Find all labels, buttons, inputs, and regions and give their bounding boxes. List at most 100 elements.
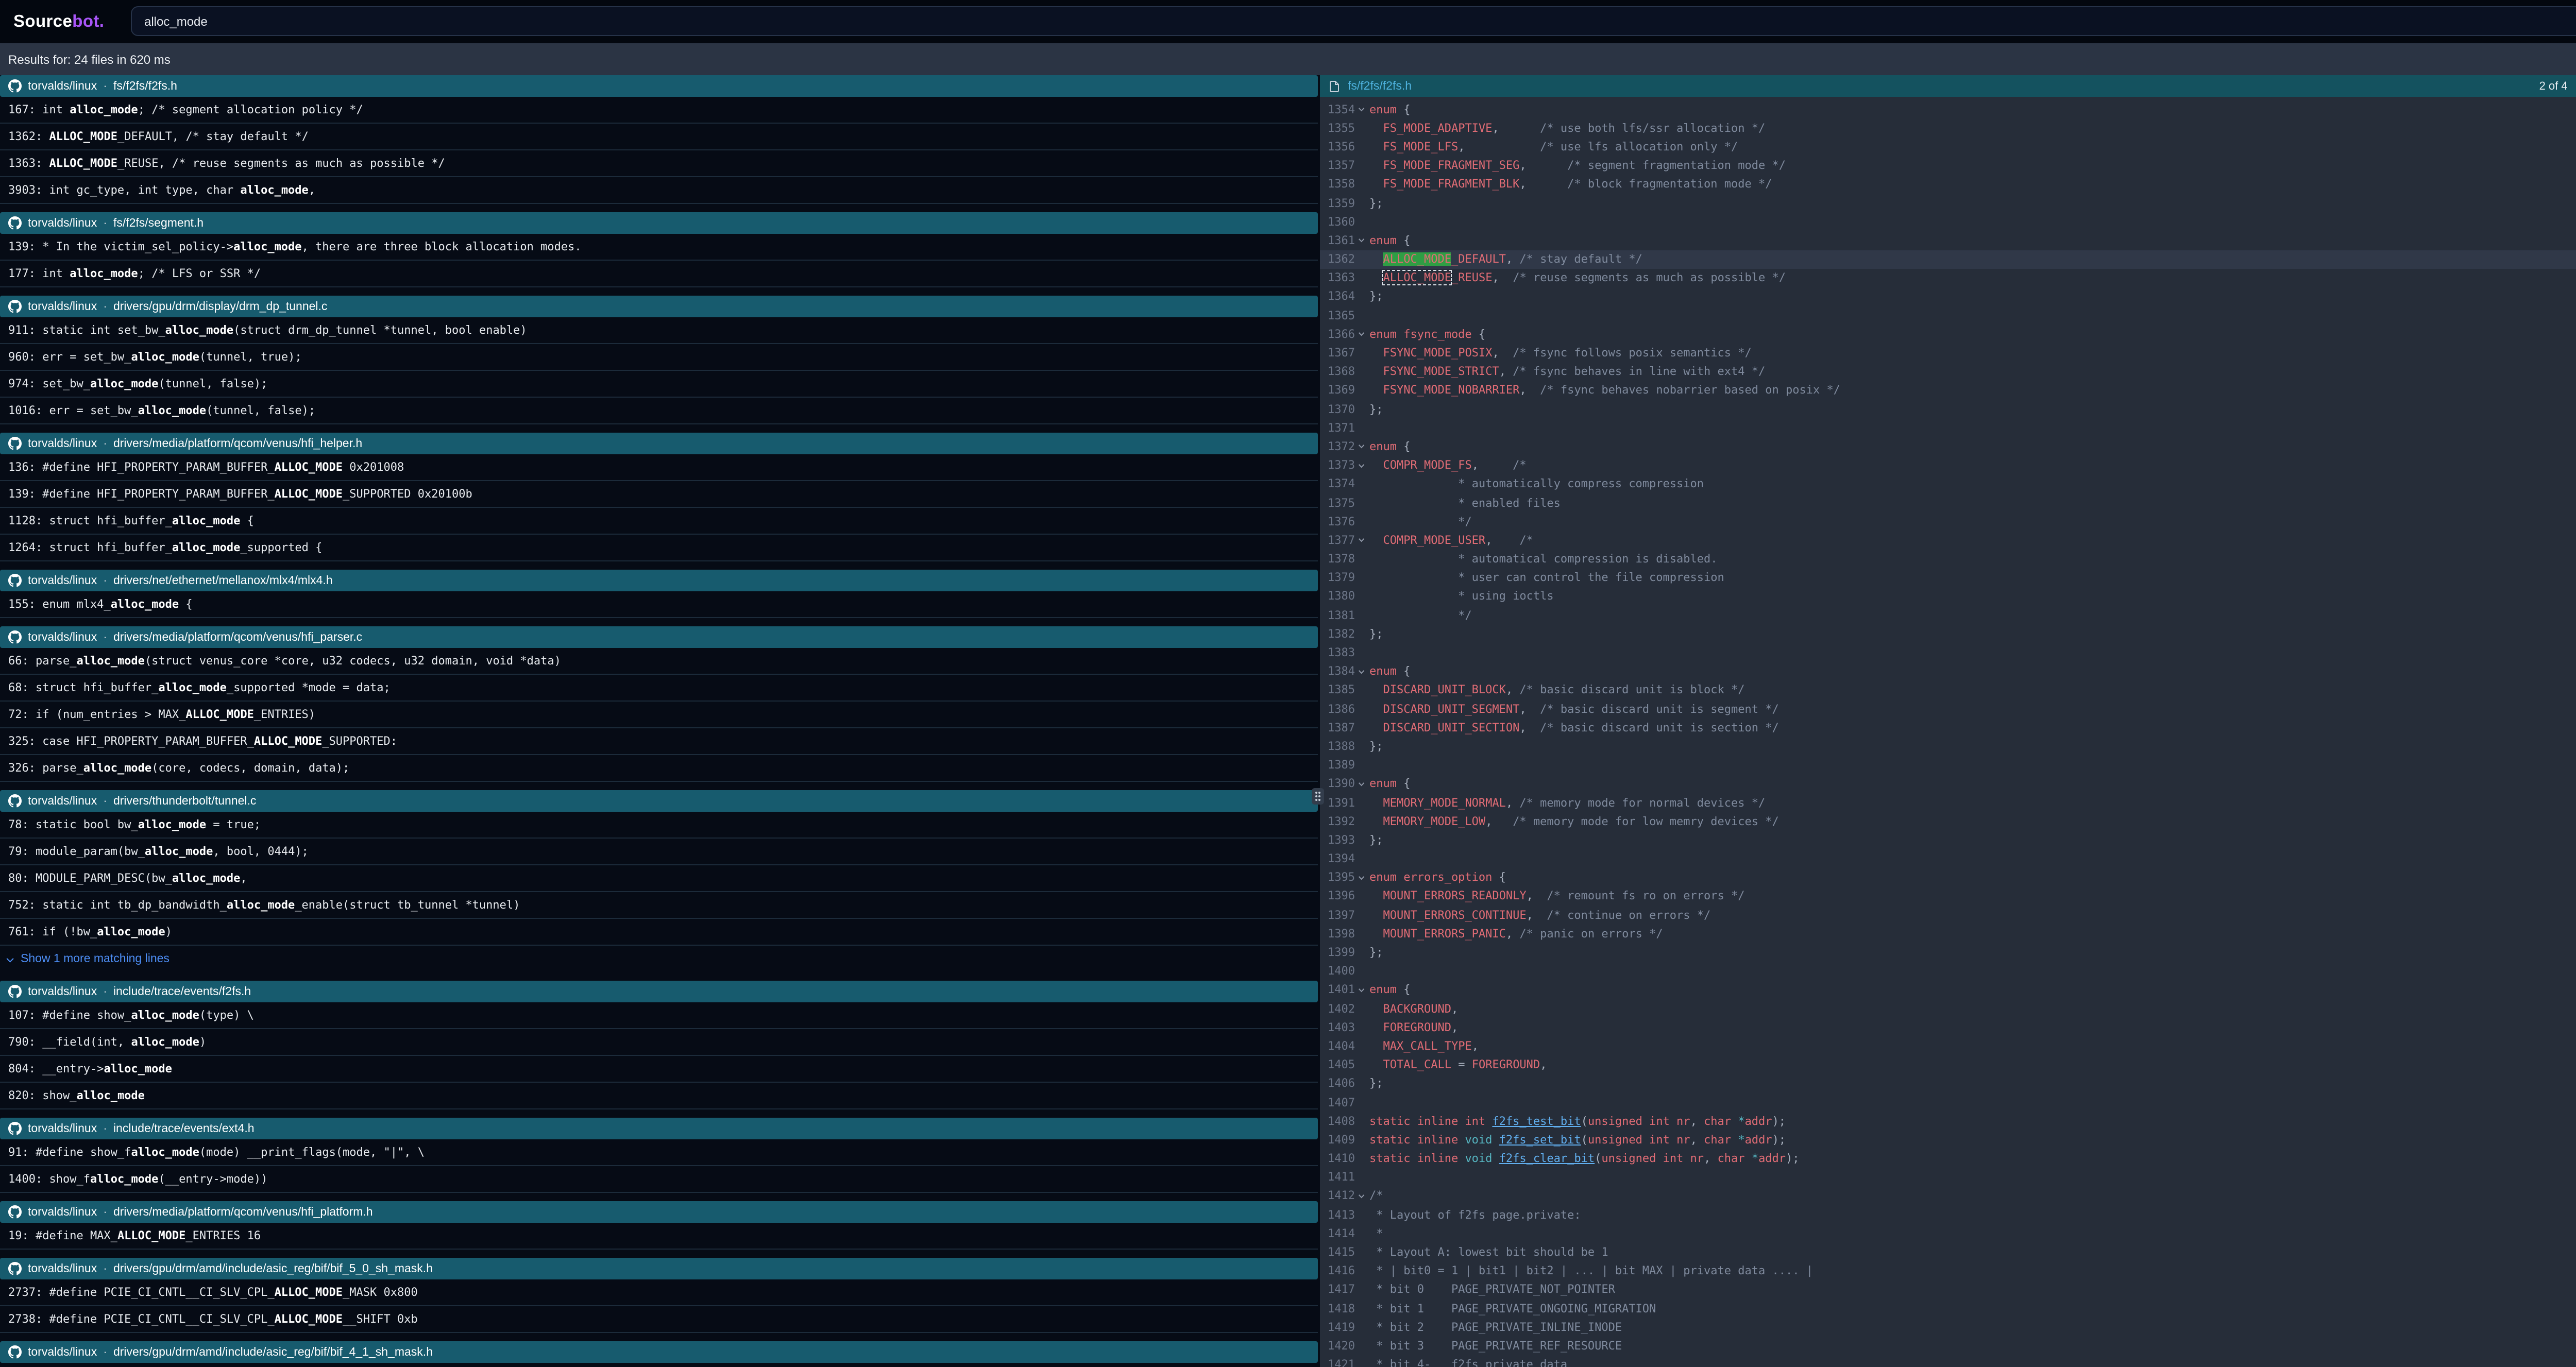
code-line[interactable]: 1383 bbox=[1320, 643, 2576, 662]
line-number[interactable]: 1374 bbox=[1320, 477, 1355, 491]
match-line[interactable]: 167: int alloc_mode; /* segment allocati… bbox=[0, 97, 1318, 124]
line-number[interactable]: 1366 bbox=[1320, 328, 1355, 341]
file-group-header[interactable]: torvalds/linux·drivers/media/platform/qc… bbox=[0, 433, 1318, 454]
fold-chevron-icon[interactable] bbox=[1355, 876, 1369, 880]
code-line[interactable]: 1380 * using ioctls bbox=[1320, 587, 2576, 606]
fold-chevron-icon[interactable] bbox=[1355, 669, 1369, 673]
line-number[interactable]: 1376 bbox=[1320, 515, 1355, 528]
code-line[interactable]: 1404 MAX_CALL_TYPE, bbox=[1320, 1037, 2576, 1055]
line-number[interactable]: 1406 bbox=[1320, 1077, 1355, 1090]
show-more-matches-link[interactable]: Show 1 more matching lines bbox=[0, 946, 1318, 972]
code-line[interactable]: 1411 bbox=[1320, 1168, 2576, 1186]
code-line[interactable]: 1378 * automatical compression is disabl… bbox=[1320, 550, 2576, 568]
code-line[interactable]: 1376 */ bbox=[1320, 512, 2576, 531]
code-line[interactable]: 1406}; bbox=[1320, 1074, 2576, 1093]
match-line[interactable]: 68: struct hfi_buffer_alloc_mode_support… bbox=[0, 675, 1318, 702]
code-line[interactable]: 1367 FSYNC_MODE_POSIX, /* fsync follows … bbox=[1320, 344, 2576, 362]
line-number[interactable]: 1410 bbox=[1320, 1152, 1355, 1165]
match-line[interactable]: 3903: int gc_type, int type, char alloc_… bbox=[0, 177, 1318, 204]
fold-chevron-icon[interactable] bbox=[1355, 988, 1369, 992]
line-number[interactable]: 1399 bbox=[1320, 946, 1355, 959]
code-line[interactable]: 1366enum fsync_mode { bbox=[1320, 325, 2576, 344]
line-number[interactable]: 1404 bbox=[1320, 1039, 1355, 1053]
code-line[interactable]: 1391 MEMORY_MODE_NORMAL, /* memory mode … bbox=[1320, 793, 2576, 812]
line-number[interactable]: 1355 bbox=[1320, 122, 1355, 135]
file-group-header[interactable]: torvalds/linux·fs/f2fs/f2fs.h bbox=[0, 75, 1318, 97]
line-number[interactable]: 1405 bbox=[1320, 1058, 1355, 1071]
line-number[interactable]: 1416 bbox=[1320, 1264, 1355, 1277]
fold-chevron-icon[interactable] bbox=[1355, 238, 1369, 243]
code-line[interactable]: 1375 * enabled files bbox=[1320, 493, 2576, 512]
match-line[interactable]: 72: if (num_entries > MAX_ALLOC_MODE_ENT… bbox=[0, 702, 1318, 728]
file-group-header[interactable]: torvalds/linux·drivers/gpu/drm/display/d… bbox=[0, 296, 1318, 317]
line-number[interactable]: 1396 bbox=[1320, 890, 1355, 903]
code-line[interactable]: 1409static inline void f2fs_set_bit(unsi… bbox=[1320, 1131, 2576, 1149]
match-line[interactable]: 325: case HFI_PROPERTY_PARAM_BUFFER_ALLO… bbox=[0, 728, 1318, 755]
line-number[interactable]: 1411 bbox=[1320, 1171, 1355, 1184]
line-number[interactable]: 1380 bbox=[1320, 590, 1355, 603]
match-line[interactable]: 974: set_bw_alloc_mode(tunnel, false); bbox=[0, 371, 1318, 398]
fold-chevron-icon[interactable] bbox=[1355, 332, 1369, 336]
preview-file-path[interactable]: fs/f2fs/f2fs.h bbox=[1348, 80, 1412, 92]
file-group-header[interactable]: torvalds/linux·drivers/gpu/drm/amd/inclu… bbox=[0, 1258, 1318, 1279]
match-line[interactable]: 1128: struct hfi_buffer_alloc_mode { bbox=[0, 508, 1318, 535]
line-number[interactable]: 1358 bbox=[1320, 178, 1355, 191]
line-number[interactable]: 1391 bbox=[1320, 796, 1355, 809]
line-number[interactable]: 1371 bbox=[1320, 421, 1355, 435]
match-line[interactable]: 139: #define HFI_PROPERTY_PARAM_BUFFER_A… bbox=[0, 481, 1318, 508]
code-line[interactable]: 1393}; bbox=[1320, 831, 2576, 849]
code-line[interactable]: 1405 TOTAL_CALL = FOREGROUND, bbox=[1320, 1055, 2576, 1074]
code-line[interactable]: 1420 * bit 3 PAGE_PRIVATE_REF_RESOURCE bbox=[1320, 1337, 2576, 1355]
match-line[interactable]: 820: show_alloc_mode bbox=[0, 1083, 1318, 1109]
file-group-header[interactable]: torvalds/linux·drivers/media/platform/qc… bbox=[0, 626, 1318, 648]
line-number[interactable]: 1395 bbox=[1320, 871, 1355, 884]
code-line[interactable]: 1419 * bit 2 PAGE_PRIVATE_INLINE_INODE bbox=[1320, 1318, 2576, 1336]
code-line[interactable]: 1384enum { bbox=[1320, 662, 2576, 680]
code-line[interactable]: 1413 * Layout of f2fs page.private: bbox=[1320, 1205, 2576, 1224]
code-line[interactable]: 1356 FS_MODE_LFS, /* use lfs allocation … bbox=[1320, 138, 2576, 156]
match-line[interactable]: 80: MODULE_PARM_DESC(bw_alloc_mode, bbox=[0, 865, 1318, 892]
line-number[interactable]: 1417 bbox=[1320, 1283, 1355, 1296]
code-line[interactable]: 1355 FS_MODE_ADAPTIVE, /* use both lfs/s… bbox=[1320, 118, 2576, 137]
line-number[interactable]: 1379 bbox=[1320, 571, 1355, 585]
match-line[interactable]: 177: int alloc_mode; /* LFS or SSR */ bbox=[0, 261, 1318, 287]
match-line[interactable]: 960: err = set_bw_alloc_mode(tunnel, tru… bbox=[0, 344, 1318, 371]
line-number[interactable]: 1378 bbox=[1320, 552, 1355, 566]
match-line[interactable]: 2737: #define PCIE_CI_CNTL__CI_SLV_CPL_A… bbox=[0, 1279, 1318, 1306]
line-number[interactable]: 1385 bbox=[1320, 684, 1355, 697]
line-number[interactable]: 1393 bbox=[1320, 833, 1355, 847]
line-number[interactable]: 1370 bbox=[1320, 402, 1355, 416]
code-line[interactable]: 1421 * bit 4- f2fs_private_data bbox=[1320, 1355, 2576, 1367]
code-line[interactable]: 1408static inline int f2fs_test_bit(unsi… bbox=[1320, 1112, 2576, 1130]
code-line[interactable]: 1387 DISCARD_UNIT_SECTION, /* basic disc… bbox=[1320, 718, 2576, 737]
match-line[interactable]: 1363: ALLOC_MODE_REUSE, /* reuse segment… bbox=[0, 150, 1318, 177]
line-number[interactable]: 1361 bbox=[1320, 234, 1355, 247]
code-line[interactable]: 1418 * bit 1 PAGE_PRIVATE_ONGOING_MIGRAT… bbox=[1320, 1299, 2576, 1318]
code-line[interactable]: 1357 FS_MODE_FRAGMENT_SEG, /* segment fr… bbox=[1320, 156, 2576, 175]
line-number[interactable]: 1383 bbox=[1320, 646, 1355, 659]
code-line[interactable]: 1388}; bbox=[1320, 737, 2576, 756]
line-number[interactable]: 1365 bbox=[1320, 309, 1355, 322]
match-line[interactable]: 2738: #define PCIE_CI_CNTL__CI_SLV_CPL_A… bbox=[0, 1306, 1318, 1333]
line-number[interactable]: 1377 bbox=[1320, 534, 1355, 547]
match-line[interactable]: 804: __entry->alloc_mode bbox=[0, 1056, 1318, 1083]
code-line[interactable]: 1398 MOUNT_ERRORS_PANIC, /* panic on err… bbox=[1320, 925, 2576, 943]
line-number[interactable]: 1382 bbox=[1320, 627, 1355, 641]
match-line[interactable]: 91: #define show_falloc_mode(mode) __pri… bbox=[0, 1139, 1318, 1166]
line-number[interactable]: 1418 bbox=[1320, 1302, 1355, 1315]
code-line[interactable]: 1394 bbox=[1320, 849, 2576, 868]
line-number[interactable]: 1386 bbox=[1320, 702, 1355, 715]
code-line[interactable]: 1390enum { bbox=[1320, 775, 2576, 793]
match-line[interactable]: 107: #define show_alloc_mode(type) \ bbox=[0, 1002, 1318, 1029]
match-line[interactable]: 19: #define MAX_ALLOC_MODE_ENTRIES 16 bbox=[0, 1223, 1318, 1250]
match-line[interactable]: 79: module_param(bw_alloc_mode, bool, 04… bbox=[0, 839, 1318, 865]
code-line[interactable]: 1354enum { bbox=[1320, 100, 2576, 118]
line-number[interactable]: 1389 bbox=[1320, 758, 1355, 772]
line-number[interactable]: 1384 bbox=[1320, 664, 1355, 678]
match-line[interactable]: 1264: struct hfi_buffer_alloc_mode_suppo… bbox=[0, 535, 1318, 561]
match-line[interactable]: 139: * In the victim_sel_policy->alloc_m… bbox=[0, 234, 1318, 261]
line-number[interactable]: 1359 bbox=[1320, 196, 1355, 210]
line-number[interactable]: 1354 bbox=[1320, 102, 1355, 116]
code-line[interactable]: 1377 COMPR_MODE_USER, /* bbox=[1320, 531, 2576, 550]
match-line[interactable]: 790: __field(int, alloc_mode) bbox=[0, 1029, 1318, 1056]
